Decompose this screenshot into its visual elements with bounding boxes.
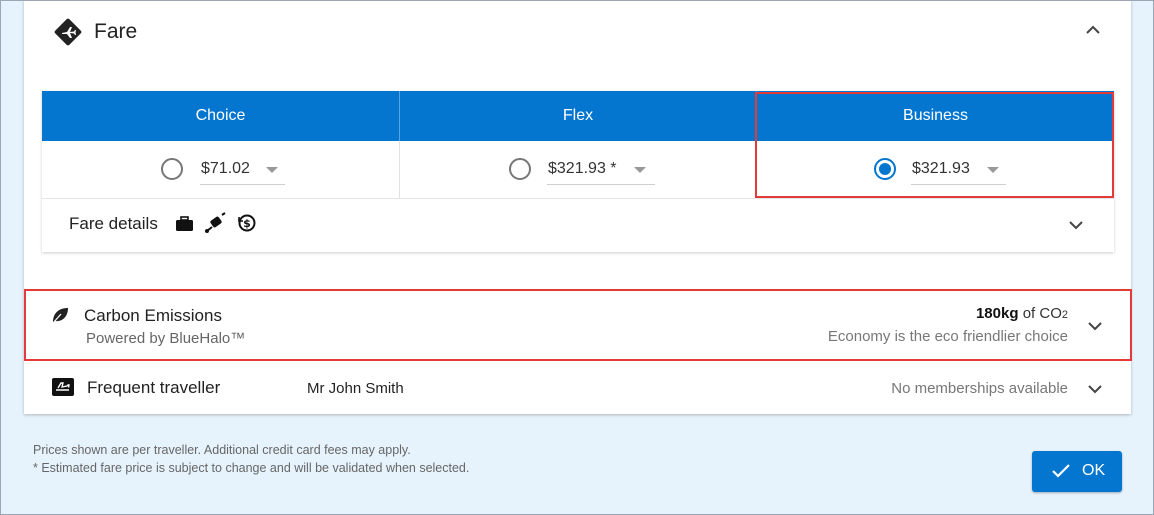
fare-card: Fare Choice $71.02 Flex $321.93 * Busine… [24,0,1131,414]
carbon-note: Economy is the eco friendlier choice [827,328,1068,345]
luggage-icon [204,212,228,234]
carbon-kg: 180kg [975,305,1019,322]
plane-card-icon [52,378,74,396]
fare-details-toggle[interactable]: Fare details $ [42,198,1114,252]
fare-option-name: Flex [399,91,756,141]
price-value: $321.93 * [548,160,617,177]
fare-radio-choice[interactable] [161,158,183,180]
fare-radio-flex[interactable] [509,158,531,180]
price-value: $71.02 [201,160,250,177]
carbon-amount: 180kg of CO2 [976,305,1068,322]
fare-option-name: Choice [42,91,399,141]
carbon-subscript: 2 [1061,309,1068,321]
chevron-up-icon[interactable] [1084,21,1102,39]
carbon-emissions-row[interactable]: Carbon Emissions Powered by BlueHalo™ 18… [24,288,1131,361]
chevron-down-icon[interactable] [1067,216,1085,234]
price-select-business[interactable]: $321.93 [911,155,1006,185]
briefcase-icon [175,215,194,233]
frequent-traveller-title: Frequent traveller [87,378,221,397]
fare-option-choice: Choice $71.02 [42,91,399,198]
price-value: $321.93 [912,160,970,177]
membership-status: No memberships available [891,380,1068,397]
caret-down-icon [634,167,646,173]
check-icon [1052,464,1070,478]
price-select-choice[interactable]: $71.02 [200,155,285,185]
fare-details-label: Fare details [69,214,158,233]
carbon-subtitle: Powered by BlueHalo™ [86,330,246,347]
chevron-down-icon[interactable] [1086,317,1104,335]
ok-label: OK [1082,462,1106,479]
caret-down-icon [266,167,278,173]
fare-section-title: Fare [94,20,138,43]
fare-radio-business[interactable] [874,158,896,180]
fare-options-table: Choice $71.02 Flex $321.93 * Business $3… [42,91,1114,252]
price-note: Prices shown are per traveller. Addition… [33,443,411,457]
carbon-title: Carbon Emissions [84,306,222,325]
fare-option-business: Business $321.93 [756,91,1114,198]
chevron-down-icon[interactable] [1086,380,1104,398]
traveller-name: Mr John Smith [307,380,404,397]
carbon-of-co: of CO [1022,305,1062,322]
fare-option-name: Business [756,91,1114,141]
leaf-icon [51,306,69,324]
price-select-flex[interactable]: $321.93 * [547,155,655,185]
svg-text:$: $ [243,217,251,230]
ticket-icon [51,15,85,49]
caret-down-icon [987,167,999,173]
estimate-note: * Estimated fare price is subject to cha… [33,461,470,475]
fare-option-flex: Flex $321.93 * [399,91,756,198]
ok-button[interactable]: OK [1032,451,1122,492]
refund-icon: $ [237,213,257,233]
